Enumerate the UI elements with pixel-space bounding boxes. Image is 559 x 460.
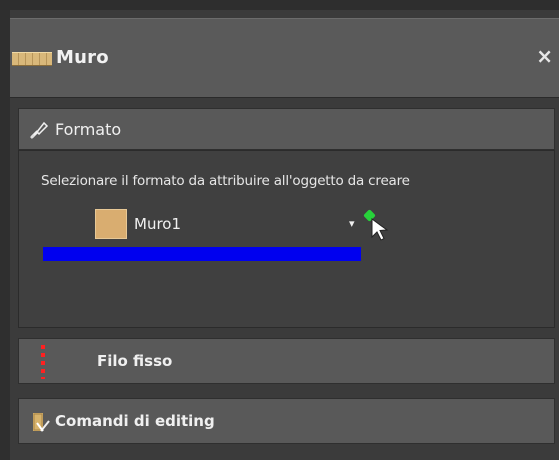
section-formato-header[interactable]: Formato (18, 108, 555, 150)
section-filo-fisso[interactable]: Filo fisso (18, 338, 555, 384)
section-formato-label: Formato (55, 120, 122, 139)
section-filo-fisso-label: Filo fisso (97, 352, 173, 370)
wall-icon (12, 52, 52, 66)
chevron-down-icon[interactable]: ▾ (349, 217, 355, 230)
section-formato-body: Selezionare il formato da attribuire all… (18, 150, 555, 328)
edit-tools-icon (33, 413, 50, 432)
panel-header: Muro × (10, 18, 559, 98)
format-selection-bar (43, 247, 361, 261)
format-name[interactable]: Muro1 (134, 215, 181, 233)
instruction-text: Selezionare il formato da attribuire all… (41, 173, 410, 189)
pick-format-icon[interactable] (363, 209, 393, 241)
section-comandi-label: Comandi di editing (55, 412, 215, 430)
close-button[interactable]: × (536, 44, 553, 68)
panel-title: Muro (56, 47, 109, 68)
format-swatch[interactable] (95, 209, 127, 239)
section-comandi-editing[interactable]: Comandi di editing (18, 398, 555, 444)
dashed-line-icon (41, 345, 45, 379)
left-border (0, 10, 10, 460)
brush-icon (30, 121, 49, 139)
